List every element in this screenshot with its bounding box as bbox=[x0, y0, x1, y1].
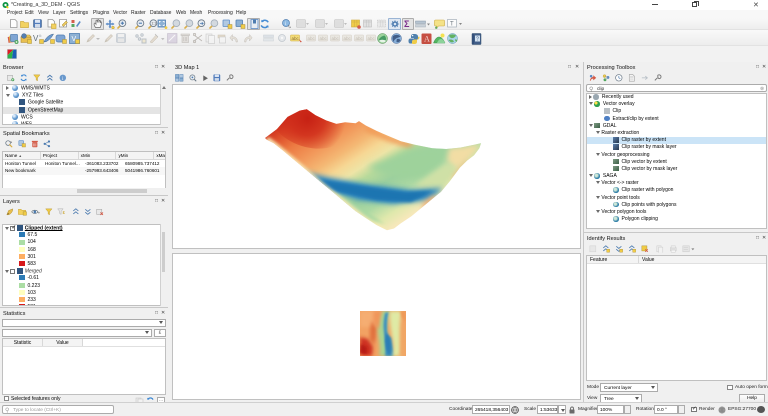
svg-text:abc: abc bbox=[308, 36, 316, 41]
svg-text:abc: abc bbox=[344, 36, 352, 41]
svg-text:abc: abc bbox=[292, 36, 300, 41]
svg-text:abc: abc bbox=[356, 36, 364, 41]
svg-text:ε: ε bbox=[63, 210, 66, 216]
svg-text:1:1: 1:1 bbox=[151, 22, 156, 26]
svg-text:A: A bbox=[424, 34, 430, 43]
svg-text:abc: abc bbox=[320, 36, 328, 41]
svg-text:abc: abc bbox=[368, 36, 376, 41]
svg-text:abc: abc bbox=[332, 36, 340, 41]
svg-text:T: T bbox=[450, 21, 454, 27]
svg-text:V: V bbox=[33, 34, 39, 43]
svg-text:?: ? bbox=[476, 36, 479, 42]
